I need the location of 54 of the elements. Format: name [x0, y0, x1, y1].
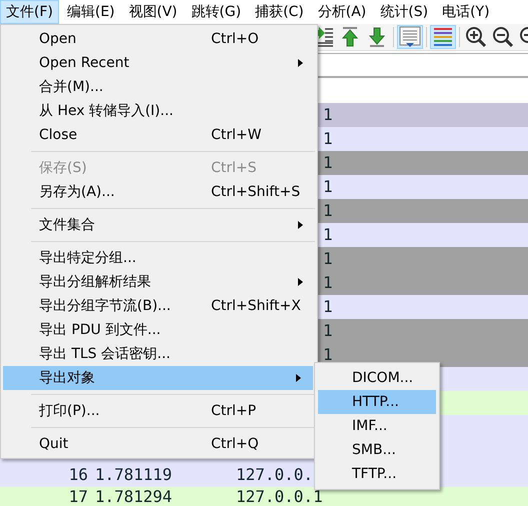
menu-item[interactable]: 编辑(E) [60, 0, 121, 24]
colored-lines-button[interactable] [430, 25, 456, 49]
menu-item[interactable]: 导出 TLS 会话密钥... [3, 342, 315, 366]
menu-item[interactable]: 分析(A) [312, 0, 372, 24]
packet-time: 1.781119 [95, 464, 172, 486]
submenu-arrow-icon [298, 221, 303, 229]
packet-source: 1 [323, 200, 333, 222]
packet-number: 16 [68, 464, 88, 486]
submenu-arrow-icon [296, 374, 301, 382]
packet-source: 127.0.0. [236, 464, 314, 486]
packet-time: 1.781294 [95, 487, 172, 506]
menu-item[interactable]: IMF... [318, 414, 436, 438]
packet-source: 1 [323, 344, 333, 366]
menu-item[interactable]: 跳转(G) [185, 0, 248, 24]
menu-item[interactable]: 统计(S) [374, 0, 434, 24]
colored-lines-icon [431, 25, 455, 49]
menu-item[interactable]: 导出分组解析结果 [3, 270, 315, 294]
packet-source: 1 [323, 224, 333, 246]
menu-item[interactable]: 导出 PDU 到文件... [3, 318, 315, 342]
packet-source: 1 [323, 296, 333, 318]
packet-source: 1 [323, 128, 333, 150]
menu-item[interactable]: 文件(F) [0, 0, 59, 24]
submenu-arrow-icon [298, 278, 303, 286]
submenu-arrow-icon [298, 59, 303, 67]
menu-item[interactable]: HTTP... [318, 390, 436, 414]
menu-item[interactable]: 导出对象 [3, 366, 313, 390]
packet-row[interactable]: 17 1.781294 127.0.0.1 [0, 487, 528, 506]
packet-source: 1 [323, 104, 333, 126]
zoom-in-button[interactable] [463, 25, 489, 49]
menu-item[interactable]: Quit Ctrl+Q [3, 432, 315, 456]
menu-item[interactable]: 导出分组字节流(B)... Ctrl+Shift+X [3, 294, 315, 318]
menu-item[interactable]: 捕获(C) [249, 0, 310, 24]
menu-item[interactable]: 文件集合 [3, 213, 315, 237]
menu-item[interactable]: Close Ctrl+W [3, 123, 315, 147]
menu-item[interactable]: 视图(V) [122, 0, 184, 24]
menu-item[interactable]: 打印(P)... Ctrl+P [3, 399, 315, 423]
menu-item[interactable]: SMB... [318, 438, 436, 462]
menu-item[interactable]: TFTP... [318, 462, 436, 486]
packet-source: 1 [323, 176, 333, 198]
packet-source: 1 [323, 320, 333, 342]
packet-source: 1 [323, 272, 333, 294]
scroll-lines-button[interactable] [397, 25, 423, 49]
packet-source: 1 [323, 152, 333, 174]
menu-item[interactable]: Open Recent [3, 51, 315, 75]
menu-item[interactable]: 合并(M)... [3, 75, 315, 99]
menu-item[interactable]: 另存为(A)... Ctrl+Shift+S [3, 180, 315, 204]
packet-source: 127.0.0.1 [236, 487, 323, 506]
zoom-out-button[interactable] [490, 25, 516, 49]
packet-source: 1 [323, 248, 333, 270]
menu-item[interactable]: DICOM... [318, 366, 436, 390]
packet-number: 17 [68, 487, 88, 506]
menu-item[interactable]: 从 Hex 转储导入(I)... [3, 99, 315, 123]
menu-item[interactable]: 电话(Y) [436, 0, 496, 24]
menu-item[interactable]: 导出特定分组... [3, 246, 315, 270]
